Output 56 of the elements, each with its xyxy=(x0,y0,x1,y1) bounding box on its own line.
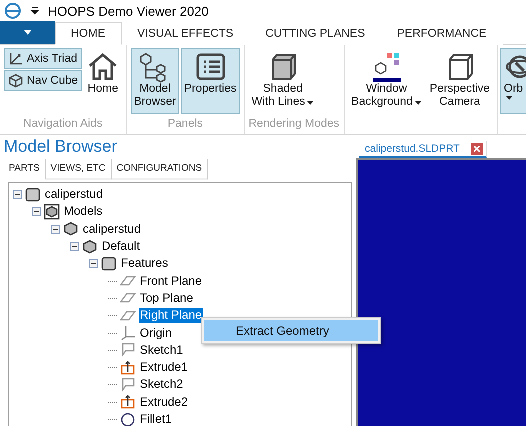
close-button[interactable] xyxy=(471,142,483,154)
house-icon xyxy=(87,51,120,83)
cube-icon xyxy=(8,72,24,88)
tree-item[interactable]: Top Plane xyxy=(139,290,194,306)
collapse-toggle[interactable] xyxy=(89,259,98,268)
assembly-icon xyxy=(44,204,60,220)
extrude-icon xyxy=(120,360,136,376)
collapse-toggle[interactable] xyxy=(51,224,60,234)
panel-tab[interactable]: CONFIGURATIONS xyxy=(112,159,208,180)
collapse-toggle[interactable] xyxy=(13,190,22,200)
tree-item[interactable]: Sketch2 xyxy=(139,377,184,392)
logo-icon xyxy=(4,2,22,20)
list-icon xyxy=(194,51,227,83)
tree-item[interactable]: Origin xyxy=(139,326,174,341)
part-icon xyxy=(82,238,98,255)
folder-icon xyxy=(25,186,41,203)
tree-item[interactable]: Default xyxy=(101,239,142,254)
origin-icon xyxy=(120,325,136,342)
tree-item[interactable]: Fillet1 xyxy=(139,412,174,426)
tree-item[interactable]: caliperstud xyxy=(44,187,104,202)
axis-icon xyxy=(8,50,24,66)
document-title: caliperstud.SLDPRT xyxy=(365,142,460,154)
folder-icon xyxy=(101,256,117,272)
extrude-icon xyxy=(120,394,136,410)
sketch-icon xyxy=(120,376,136,393)
ribbon-button[interactable]: Orb xyxy=(500,48,526,114)
part-icon xyxy=(63,221,79,238)
fillet-icon xyxy=(120,412,136,426)
menu-item[interactable]: Extract Geometry xyxy=(204,320,378,341)
ribbon-button[interactable]: Model Browser xyxy=(131,48,180,114)
background-icon xyxy=(370,51,403,83)
group-label: Panels xyxy=(166,117,204,132)
collapse-toggle[interactable] xyxy=(70,242,79,252)
toggle-button[interactable]: Axis Triad xyxy=(4,48,82,69)
sketch-icon xyxy=(120,342,136,358)
window-title: HOOPS Demo Viewer 2020 xyxy=(48,4,209,18)
tree-item[interactable]: Extrude1 xyxy=(139,360,190,376)
tree-item[interactable]: Front Plane xyxy=(139,274,204,289)
panel-title: Model Browser xyxy=(4,136,118,158)
toggle-button[interactable]: Nav Cube xyxy=(4,70,82,91)
quick-access-icon[interactable] xyxy=(30,6,40,16)
tree-item[interactable]: Extrude2 xyxy=(139,394,190,410)
close-icon xyxy=(474,146,480,152)
tree-item[interactable]: Features xyxy=(120,256,170,272)
ribbon-button[interactable]: Properties xyxy=(181,48,240,114)
tree-item[interactable]: Right Plane xyxy=(139,308,204,324)
caret-icon xyxy=(24,30,32,35)
tree-item[interactable]: Models xyxy=(63,204,104,220)
panel-tab[interactable]: VIEWS, ETC xyxy=(46,159,112,180)
collapse-toggle[interactable] xyxy=(32,207,41,216)
group-label: Rendering Modes xyxy=(248,117,340,132)
ribbon-tab[interactable]: HOME xyxy=(55,22,122,45)
group-label: Navigation Aids xyxy=(22,117,104,132)
tree-item[interactable]: caliperstud xyxy=(82,222,142,237)
tree-item[interactable]: Sketch1 xyxy=(139,342,184,358)
viewport[interactable] xyxy=(356,158,526,426)
